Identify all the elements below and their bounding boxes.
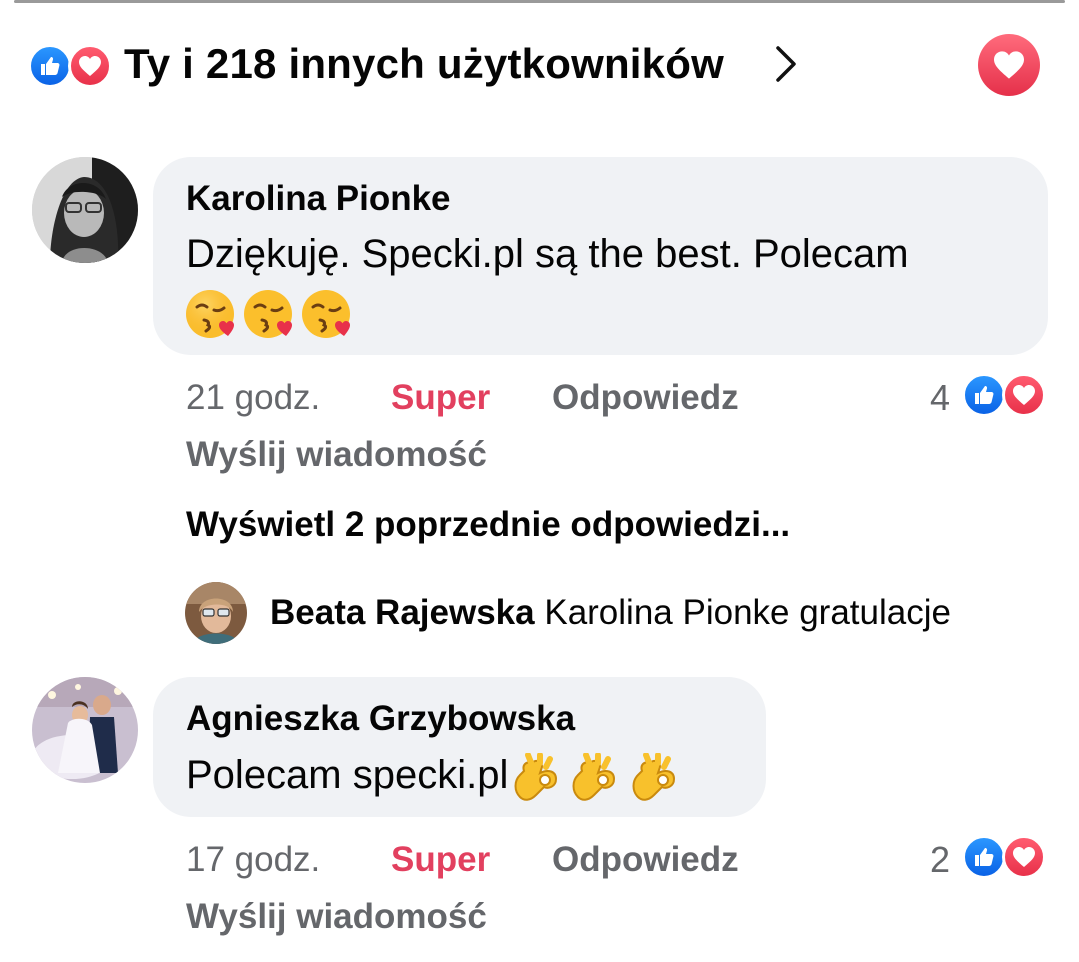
avatar[interactable] — [185, 582, 247, 644]
send-message-button[interactable]: Wyślij wiadomość — [186, 435, 487, 475]
reply-author[interactable]: Beata Rajewska — [270, 593, 535, 632]
ok-hand-emoji-icon — [514, 753, 558, 802]
ok-hand-emoji-icon — [632, 753, 676, 802]
view-previous-replies[interactable]: Wyświetl 2 poprzednie odpowiedzi... — [186, 505, 790, 545]
comment-text-body: Polecam specki.pl — [186, 753, 509, 797]
react-button[interactable]: Super — [391, 840, 490, 880]
reply-button[interactable]: Odpowiedz — [552, 840, 739, 880]
kiss-emoji-icon — [186, 290, 234, 338]
like-icon — [962, 835, 1006, 879]
kiss-emoji-icon — [302, 290, 350, 338]
like-icon — [28, 44, 72, 88]
love-icon — [68, 44, 112, 88]
kiss-emoji-icon — [244, 290, 292, 338]
reply-button[interactable]: Odpowiedz — [552, 378, 739, 418]
ok-hand-emoji-icon — [572, 753, 616, 802]
reply-text: Karolina Pionke gratulacje — [544, 593, 951, 632]
comment-reactions[interactable] — [962, 835, 1052, 879]
reaction-count[interactable]: 2 — [930, 839, 950, 881]
heart-icon — [994, 51, 1024, 79]
reactions-summary[interactable]: Ty i 218 innych użytkowników — [124, 40, 724, 88]
comment-text: Dziękuję. Specki.pl są the best. Polecam — [186, 232, 909, 277]
reaction-count[interactable]: 4 — [930, 377, 950, 419]
reaction-icons — [28, 44, 120, 88]
love-reaction-button[interactable] — [978, 34, 1040, 96]
comment-author[interactable]: Karolina Pionke — [186, 179, 451, 219]
love-icon — [1002, 373, 1046, 417]
sheet-edge — [14, 0, 1065, 3]
comment-text: Polecam specki.pl — [186, 753, 682, 802]
reply-comment: Beata Rajewska Karolina Pionke gratulacj… — [270, 593, 951, 633]
comment-emoji-row — [184, 288, 364, 340]
react-button[interactable]: Super — [391, 378, 490, 418]
avatar[interactable] — [32, 157, 138, 263]
comments-sheet: Ty i 218 innych użytkowników Karolina Pi… — [0, 0, 1079, 962]
comment-text-body: Dziękuję. Specki.pl są the best. Polecam — [186, 232, 909, 276]
comment-time: 17 godz. — [186, 840, 321, 879]
send-message-button[interactable]: Wyślij wiadomość — [186, 897, 487, 937]
comment-reactions[interactable] — [962, 373, 1052, 417]
chevron-right-icon[interactable] — [766, 42, 806, 86]
love-icon — [1002, 835, 1046, 879]
avatar[interactable] — [32, 677, 138, 783]
comment-author[interactable]: Agnieszka Grzybowska — [186, 699, 575, 739]
reactions-header[interactable]: Ty i 218 innych użytkowników — [28, 34, 1058, 96]
like-icon — [962, 373, 1006, 417]
comment-time: 21 godz. — [186, 378, 321, 417]
